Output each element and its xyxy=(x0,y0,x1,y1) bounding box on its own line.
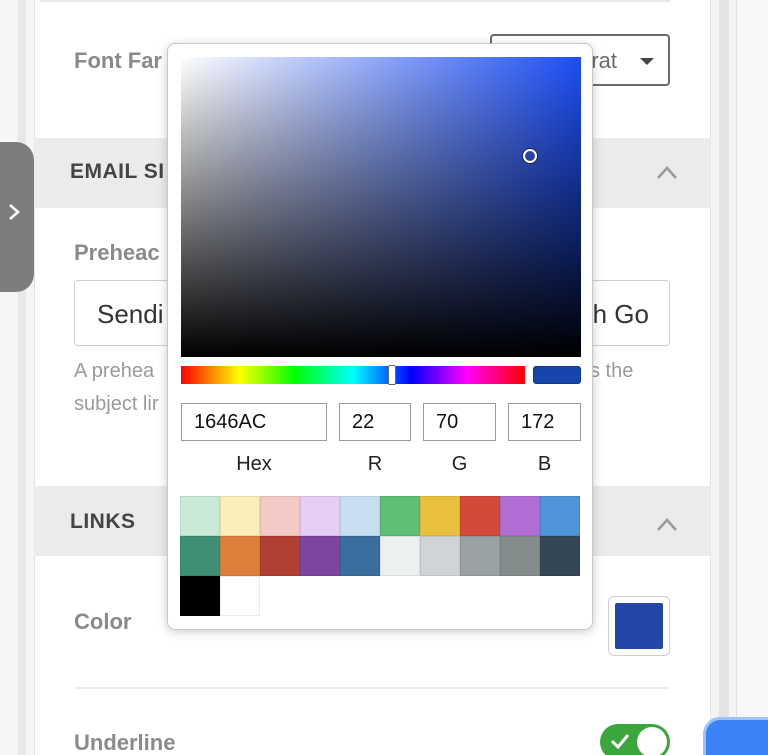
chevron-up-icon[interactable] xyxy=(656,516,678,532)
scrollbar-track[interactable] xyxy=(719,0,729,755)
link-color-fill xyxy=(615,603,663,649)
color-swatch[interactable] xyxy=(260,496,300,536)
value-gradient xyxy=(181,57,581,357)
color-swatch[interactable] xyxy=(380,496,420,536)
color-swatch[interactable] xyxy=(500,496,540,536)
color-swatch[interactable] xyxy=(460,536,500,576)
color-swatch[interactable] xyxy=(220,496,260,536)
color-swatch[interactable] xyxy=(180,496,220,536)
g-label: G xyxy=(451,453,468,475)
link-color-label: Color xyxy=(74,609,132,634)
preheader-help-line2: subject lir xyxy=(74,393,159,415)
chevron-up-icon[interactable] xyxy=(656,164,678,180)
color-cursor[interactable] xyxy=(523,149,537,163)
color-swatch[interactable] xyxy=(420,536,460,576)
r-input[interactable]: 22 xyxy=(339,403,411,441)
check-icon xyxy=(610,734,630,750)
divider xyxy=(40,0,670,2)
color-swatch[interactable] xyxy=(180,576,220,616)
hex-label: Hex xyxy=(236,453,272,475)
underline-label: Underline xyxy=(74,730,176,755)
color-swatch[interactable] xyxy=(180,536,220,576)
r-label: R xyxy=(367,453,383,475)
font-family-label: Font Far xyxy=(74,48,162,73)
color-swatch[interactable] xyxy=(380,536,420,576)
color-swatch[interactable] xyxy=(260,536,300,576)
link-color-button[interactable] xyxy=(608,596,670,656)
right-edge-panel xyxy=(736,0,768,755)
left-gutter xyxy=(0,0,34,755)
color-swatch[interactable] xyxy=(340,496,380,536)
preheader-label: Preheac xyxy=(74,240,160,265)
g-input[interactable]: 70 xyxy=(423,403,496,441)
color-swatch[interactable] xyxy=(300,496,340,536)
hue-slider[interactable] xyxy=(181,366,525,384)
preheader-value-start: Sendi xyxy=(97,299,164,329)
b-label: B xyxy=(537,453,552,475)
color-swatch[interactable] xyxy=(420,496,460,536)
color-picker-popup: 1646AC 22 70 172 Hex R G B xyxy=(167,43,593,630)
color-swatch[interactable] xyxy=(540,496,580,536)
color-swatch[interactable] xyxy=(540,536,580,576)
divider xyxy=(74,687,670,689)
hex-input[interactable]: 1646AC xyxy=(181,403,327,441)
b-input[interactable]: 172 xyxy=(508,403,581,441)
color-swatch[interactable] xyxy=(300,536,340,576)
email-settings-title: EMAIL SI xyxy=(70,160,165,183)
color-swatch[interactable] xyxy=(340,536,380,576)
preheader-help-start: A prehea xyxy=(74,360,155,382)
color-preview xyxy=(533,366,581,384)
chevron-right-icon xyxy=(9,204,20,220)
hue-slider-thumb[interactable] xyxy=(388,365,396,385)
links-title: LINKS xyxy=(70,510,136,533)
color-swatch[interactable] xyxy=(220,576,260,616)
preheader-value-end: h Go xyxy=(592,299,649,329)
scrollbar[interactable] xyxy=(710,0,736,755)
gutter-strip xyxy=(18,0,26,755)
preheader-help-end: s the xyxy=(590,360,634,382)
caret-down-icon xyxy=(640,58,654,65)
color-swatch[interactable] xyxy=(500,536,540,576)
toggle-knob xyxy=(637,727,667,755)
underline-toggle[interactable] xyxy=(600,724,670,755)
saturation-value-area[interactable] xyxy=(181,57,581,357)
sidebar-collapse-tab[interactable] xyxy=(0,142,34,292)
color-swatch[interactable] xyxy=(220,536,260,576)
color-swatch[interactable] xyxy=(460,496,500,536)
floating-action-button[interactable] xyxy=(706,720,768,755)
